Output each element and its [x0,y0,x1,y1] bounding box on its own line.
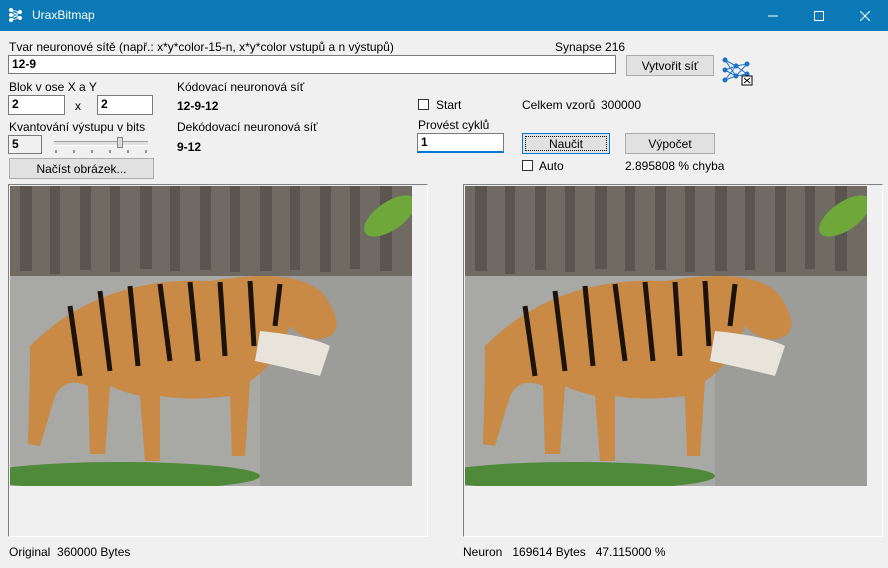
title-bar[interactable]: UraxBitmap [0,0,888,31]
maximize-icon [814,10,824,21]
synapse-count: Synapse 216 [555,40,626,54]
maximize-button[interactable] [796,0,842,31]
window-title: UraxBitmap [32,8,95,22]
quantization-value[interactable]: 5 [8,135,42,154]
neuron-caption: Neuron 169614 Bytes 47.115000 % [463,545,666,559]
decoding-network-label: Dekódovací neuronová síť [177,120,318,134]
slider-track [54,141,148,146]
quantization-slider[interactable] [54,137,148,155]
compute-button[interactable]: Výpočet [625,133,715,154]
learn-button[interactable]: Naučit [522,133,610,154]
original-image-panel [8,184,428,537]
close-icon [860,10,870,21]
original-tiger-image [10,186,412,486]
slider-ticks [55,150,147,153]
block-label: Blok v ose X a Y [9,80,97,94]
quantization-label: Kvantování výstupu v bits [9,120,146,134]
block-x-input[interactable]: 2 [8,95,65,115]
auto-label: Auto [539,159,564,173]
network-shape-input[interactable]: 12-9 [8,55,616,74]
block-separator: x [75,99,81,113]
block-y-input[interactable]: 2 [97,95,153,115]
decoding-network-value: 9-12 [177,140,202,154]
auto-checkbox[interactable] [522,160,533,171]
network-diagram-icon [722,57,753,86]
load-image-button[interactable]: Načíst obrázek... [9,158,154,179]
close-button[interactable] [842,0,888,31]
app-network-icon [9,8,22,22]
total-samples-value: 300000 [601,98,642,112]
neuron-tiger-image [465,186,867,486]
cycles-input[interactable]: 1 [417,133,504,153]
coding-network-label: Kódovací neuronová síť [177,80,305,94]
network-shape-label: Tvar neuronové sítě (např.: x*y*color-15… [9,40,394,54]
minimize-button[interactable] [750,0,796,31]
total-samples-label: Celkem vzorů [522,98,596,112]
minimize-icon [768,15,778,16]
neuron-image-panel [463,184,883,537]
coding-network-value: 12-9-12 [177,99,219,113]
original-caption: Original 360000 Bytes [9,545,131,559]
start-checkbox[interactable] [418,99,429,110]
start-label: Start [436,98,462,112]
slider-thumb[interactable] [117,137,123,148]
cycles-label: Provést cyklů [418,118,490,132]
error-text: 2.895808 % chyba [625,159,725,173]
create-network-button[interactable]: Vytvořit síť [626,55,714,76]
